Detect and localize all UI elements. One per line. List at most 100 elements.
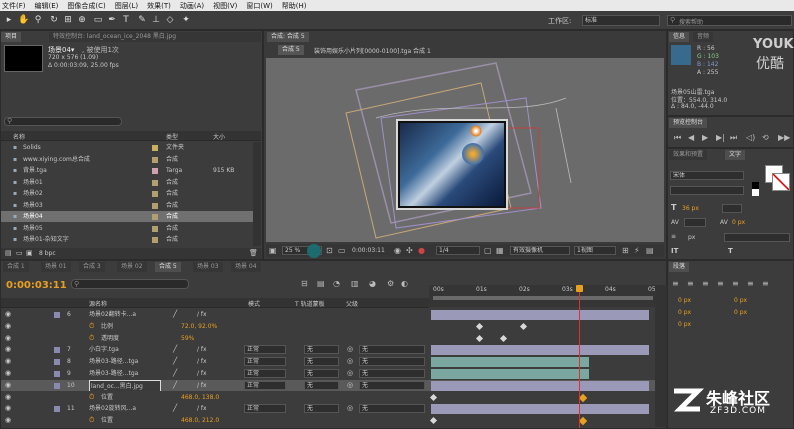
visibility-eye-icon[interactable]: ◉ — [5, 368, 11, 379]
motion-blur-icon[interactable]: ◕ — [369, 279, 376, 288]
comp-mini-flowchart-icon[interactable]: ⊟ — [301, 279, 308, 288]
menu-item[interactable]: 帮助(H) — [282, 1, 307, 11]
comp-breadcrumb[interactable]: 装饰用娱乐小片列[0000-0100].tga 合成 1 — [314, 46, 431, 55]
visibility-eye-icon[interactable]: ◉ — [5, 356, 11, 367]
justify-all-icon[interactable]: ≡ — [762, 279, 769, 288]
graph-editor-icon[interactable]: ⚙ — [387, 279, 394, 288]
new-comp-icon[interactable]: ▣ — [26, 249, 33, 257]
roi-icon[interactable]: ▢ — [484, 246, 492, 255]
layer-row[interactable]: ◉ 7 小白字.tga ╱ / fx 正常 无 ◎ 无 — [1, 344, 655, 356]
puppet-tool-icon[interactable]: ✦ — [180, 14, 192, 26]
layer-switch-icon[interactable]: ╱ — [173, 368, 177, 379]
menu-item[interactable]: 图层(L) — [115, 1, 138, 11]
camera-tool-icon[interactable]: ⊞ — [62, 14, 74, 26]
prev-frame-icon[interactable]: ◀ — [688, 133, 694, 142]
stopwatch-icon[interactable]: ⏱ — [89, 333, 94, 344]
track-matte-select[interactable]: 无 — [304, 404, 339, 414]
layer-mode-select[interactable]: 正常 — [244, 357, 286, 367]
mask-view-icon[interactable]: ▭ — [338, 246, 346, 255]
timeline-tab[interactable]: 合成 1 — [3, 262, 29, 272]
time-ruler[interactable]: 00s 01s 02s 03s 04s 05s — [429, 285, 659, 307]
timeline-icon[interactable]: ▤ — [646, 246, 654, 255]
indent-first-value[interactable]: 0 px — [678, 309, 691, 316]
play-icon[interactable]: ▶ — [702, 133, 708, 142]
current-time-display[interactable]: 0:00:03:11 — [352, 247, 385, 254]
keyframe[interactable] — [475, 334, 484, 342]
layer-switch-icon[interactable]: ╱ — [173, 403, 177, 414]
comp-viewer[interactable] — [266, 58, 664, 242]
pan-behind-tool-icon[interactable]: ⊕ — [76, 14, 88, 26]
property-value[interactable]: 72.0, 92.0% — [181, 321, 217, 332]
pen-tool-icon[interactable]: ✒ — [106, 14, 118, 26]
layer-duration-bar[interactable] — [431, 345, 649, 356]
keyframe[interactable] — [429, 417, 438, 425]
brush-tool-icon[interactable]: ✎ — [136, 14, 148, 26]
keyframe[interactable] — [429, 393, 438, 401]
keyframe[interactable] — [519, 322, 528, 330]
indent-right-value[interactable]: 0 px — [734, 297, 747, 304]
label-color-swatch[interactable] — [152, 225, 158, 232]
project-list-item[interactable]: 场景01-杂知文字 合成 ▪ — [1, 234, 253, 245]
effect-switch-icon[interactable]: / fx — [197, 344, 207, 355]
first-frame-icon[interactable]: ⏮ — [674, 133, 681, 142]
layer-mode-select[interactable]: 正常 — [244, 369, 286, 378]
track-matte-select[interactable]: 无 — [304, 369, 339, 378]
text-tool-icon[interactable]: T — [120, 14, 132, 26]
layer-row[interactable]: ◉ 11 场景02旋转风...a ╱ / fx 正常 无 ◎ 无 — [1, 403, 655, 415]
column-size[interactable]: 大小 — [213, 132, 225, 141]
justify-last-center-icon[interactable]: ≡ — [732, 279, 739, 288]
effect-switch-icon[interactable]: / fx — [197, 368, 207, 379]
layer-switch-icon[interactable]: ╱ — [173, 344, 177, 355]
delete-icon[interactable]: 🗑 — [249, 249, 258, 257]
space-before-value[interactable]: 0 px — [734, 309, 747, 316]
layer-label-swatch[interactable] — [54, 382, 60, 389]
project-list-item[interactable]: 场景01 合成 ▪ — [1, 177, 253, 188]
tab-character[interactable]: 文字 — [725, 150, 746, 160]
layer-name[interactable]: land_oc...黑白.jpg — [89, 379, 161, 391]
layer-duration-bar[interactable] — [431, 380, 649, 391]
label-color-swatch[interactable] — [152, 179, 158, 186]
font-size-value[interactable]: 36 px — [682, 205, 699, 212]
tracking-value[interactable]: 0 px — [732, 219, 745, 226]
next-frame-icon[interactable]: ▶| — [716, 133, 725, 142]
draft-3d-icon[interactable]: ▤ — [317, 279, 325, 288]
camera-select[interactable]: 有效摄像机 — [510, 246, 570, 255]
hand-tool-icon[interactable]: ✋ — [18, 14, 30, 26]
project-list-item[interactable]: 场景05 合成 ▪ — [1, 223, 253, 234]
tab-audio[interactable]: 音频 — [693, 32, 714, 42]
layer-row[interactable]: ◉ 6 场景02翻转卡...a ╱ / fx — [1, 309, 655, 320]
column-mode[interactable]: 模式 — [248, 299, 260, 308]
justify-last-right-icon[interactable]: ≡ — [747, 279, 754, 288]
time-indicator-head[interactable] — [576, 285, 583, 292]
hide-shy-icon[interactable]: ◔ — [333, 279, 340, 288]
column-parent[interactable]: 父级 — [346, 299, 358, 308]
label-color-swatch[interactable] — [152, 214, 158, 220]
label-color-swatch[interactable] — [152, 156, 158, 163]
layer-duration-bar[interactable] — [431, 357, 589, 368]
timeline-search-input[interactable]: ⚲ — [71, 279, 189, 289]
stopwatch-icon[interactable]: ⏱ — [89, 321, 94, 332]
label-color-swatch[interactable] — [152, 202, 158, 209]
white-swatch[interactable] — [752, 189, 759, 196]
timeline-tab[interactable]: 场景 04 — [231, 262, 261, 272]
layer-switch-icon[interactable]: ╱ — [173, 309, 177, 320]
layer-switch-icon[interactable]: ╱ — [173, 356, 177, 367]
ram-preview-icon[interactable]: ▶▶ — [778, 133, 790, 142]
track-matte-select[interactable]: 无 — [304, 357, 339, 367]
menu-item[interactable]: 文件(F) — [2, 1, 26, 11]
safe-zones-icon[interactable]: ⊡ — [326, 246, 333, 255]
selection-tool-icon[interactable]: ▸ — [3, 14, 15, 26]
tab-composition[interactable]: 合成: 合成 5 — [267, 32, 309, 42]
toggle-pixel-icon[interactable]: ⊞ — [622, 246, 629, 255]
visibility-eye-icon[interactable]: ◉ — [5, 415, 11, 426]
column-track-matte[interactable]: T 轨道蒙板 — [295, 299, 325, 308]
column-type[interactable]: 类型 — [166, 132, 178, 141]
show-channel-icon[interactable]: ✣ — [406, 246, 413, 255]
align-left-icon[interactable]: ≡ — [672, 279, 679, 288]
visibility-eye-icon[interactable]: ◉ — [5, 333, 11, 344]
comp-image-layer[interactable] — [396, 119, 508, 210]
effect-switch-icon[interactable]: / fx — [197, 309, 207, 320]
layer-mode-select[interactable]: 正常 — [244, 345, 286, 355]
timeline-tab[interactable]: 场景 03 — [193, 262, 223, 272]
layer-row[interactable]: ◉ 8 场景03-路径...tga ╱ / fx 正常 无 ◎ 无 — [1, 356, 655, 368]
